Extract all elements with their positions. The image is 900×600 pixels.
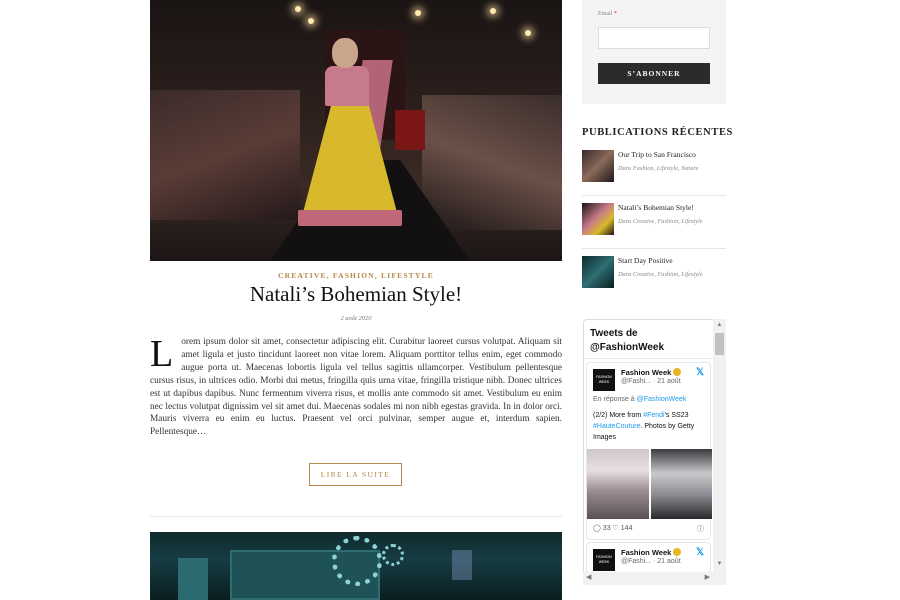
recent-post-item[interactable]: Start Day Positive Dans Creative, Fashio… [582,256,726,302]
info-icon[interactable]: ⓘ [697,524,704,534]
email-label: Email * [598,11,617,17]
tweet-author-name-text: Fashion Week [621,548,672,557]
image-shape [178,558,208,600]
x-logo-icon[interactable]: 𝕏 [696,547,704,558]
subscribe-widget: Email * S’ABONNER [582,0,726,104]
recent-posts-heading: PUBLICATIONS RÉCENTES [582,127,733,138]
post-dropcap: L [150,333,174,375]
post-divider [150,516,562,517]
recent-post-thumbnail[interactable] [582,203,614,235]
scroll-right-icon[interactable]: ▶ [705,573,710,581]
hashtag-link[interactable]: #HauteCouture [593,423,640,430]
scroll-down-icon[interactable]: ▼ [713,561,726,567]
tweet-text-part: (2/2) More from [593,412,642,419]
reply-handle-link[interactable]: @FashionWeek [637,396,687,403]
tweet-avatar[interactable]: FASHION WEEK [593,549,615,571]
hashtag-link[interactable]: #Fendi [643,412,664,419]
like-icon[interactable]: ♡ [613,525,619,532]
tweet-date[interactable]: · 21 août [653,558,681,565]
recent-post-thumbnail[interactable] [582,256,614,288]
recent-post-title[interactable]: Our Trip to San Francisco [618,150,696,159]
x-logo-icon[interactable]: 𝕏 [696,367,704,378]
tweet-handle[interactable]: @Fashi... · 21 août [621,378,681,385]
twitter-horizontal-scrollbar[interactable]: ◀ ▶ [583,572,713,585]
image-crowd-right [422,95,562,230]
tweet-photo[interactable] [650,449,712,519]
image-crowd-left [150,90,300,220]
image-gear-decoration [332,536,382,586]
required-mark: * [613,11,617,17]
image-stage-light [525,30,531,36]
tweet-photo[interactable] [587,449,649,519]
recent-post-thumbnail[interactable] [582,150,614,182]
tweet-author-name[interactable]: Fashion Week [621,368,682,377]
post-date: 2 août 2020 [340,315,372,322]
post-excerpt-text: orem ipsum dolor sit amet, consectetur a… [150,337,562,438]
recent-post-categories: Dans Fashion, Lifestyle, Nature [618,165,699,172]
image-backdrop-red [395,110,425,150]
subscribe-button[interactable]: S’ABONNER [598,63,710,84]
tweet-card[interactable]: FASHION WEEK Fashion Week @Fashi... · 21… [586,362,712,540]
image-stage-light [490,8,496,14]
read-more-button[interactable]: LIRE LA SUITE [309,463,402,486]
post-featured-image[interactable] [150,0,562,261]
post-excerpt: L orem ipsum dolor sit amet, consectetur… [150,333,562,439]
tweet-avatar[interactable]: FASHION WEEK [593,369,615,391]
tweet-handle-text: @Fashi... [621,378,652,385]
post-categories[interactable]: CREATIVE, FASHION, LIFESTYLE [150,271,562,280]
recent-post-categories: Dans Creative, Fashion, Lifestyle [618,271,703,278]
tweet-actions: ◯ 33 ♡ 144 ⓘ [593,524,704,533]
recent-post-title[interactable]: Start Day Positive [618,256,673,265]
recent-divider [582,195,726,196]
tweet-date[interactable]: · 21 août [653,378,681,385]
image-gear-decoration [382,544,404,566]
scroll-left-icon[interactable]: ◀ [586,573,591,581]
email-label-text: Email [598,11,613,17]
tweet-text: (2/2) More from #Fendi's SS23 #HauteCout… [593,410,708,443]
image-model-bodice [325,66,369,106]
image-stage-light [308,18,314,24]
tweet-reply-context: En réponse à @FashionWeek [593,396,686,403]
recent-post-title[interactable]: Natali’s Bohemian Style! [618,203,694,212]
tweet-media[interactable] [587,449,712,519]
recent-post-categories: Dans Creative, Fashion, Lifestyle [618,218,703,225]
recent-divider [582,248,726,249]
twitter-header-divider [584,358,712,359]
reply-count: 33 [602,525,611,532]
tweet-handle-text: @Fashi... [621,558,652,565]
reply-prefix: En réponse à [593,396,635,403]
image-stage-light [295,6,301,12]
twitter-vertical-scrollbar[interactable]: ▲ ▼ [713,319,726,585]
image-model-head [332,38,358,68]
next-post-featured-image[interactable] [150,532,562,600]
image-highlight [452,550,472,580]
image-model-hem [298,210,402,226]
verified-badge-icon [673,548,682,556]
tweet-author-name-text: Fashion Week [621,368,672,377]
twitter-timeline-widget[interactable]: Tweets de @FashionWeek FASHION WEEK Fash… [583,319,726,585]
like-count: 144 [620,525,633,532]
tweet-handle[interactable]: @Fashi... · 21 août [621,558,681,565]
recent-post-item[interactable]: Our Trip to San Francisco Dans Fashion, … [582,150,726,196]
scroll-up-icon[interactable]: ▲ [713,322,726,328]
recent-post-item[interactable]: Natali’s Bohemian Style! Dans Creative, … [582,203,726,249]
verified-badge-icon [673,368,682,376]
tweet-text-part: 's SS23 [664,412,689,419]
tweet-author-name[interactable]: Fashion Week [621,548,682,557]
email-field[interactable] [598,27,710,49]
image-stage-light [415,10,421,16]
post-title[interactable]: Natali’s Bohemian Style! [150,282,562,307]
twitter-widget-title[interactable]: Tweets de @FashionWeek [590,327,710,355]
scroll-thumb[interactable] [715,333,724,355]
reply-icon[interactable]: ◯ [593,525,601,532]
